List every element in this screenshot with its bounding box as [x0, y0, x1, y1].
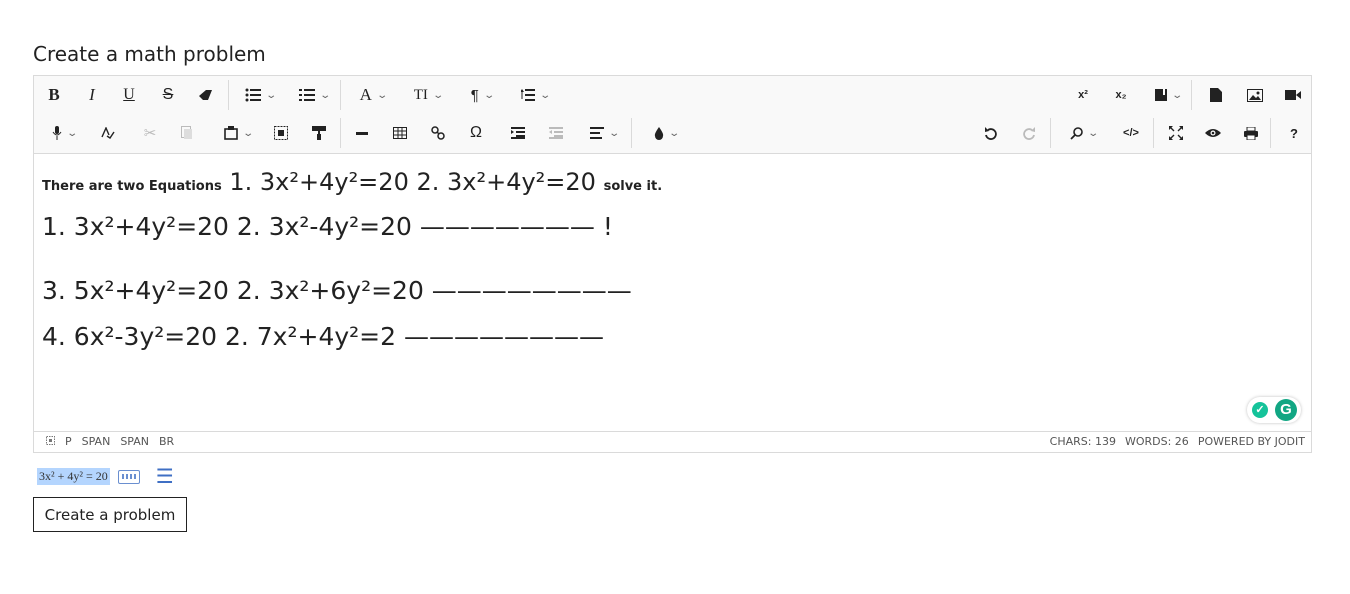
- chevron-down-icon: ⌄: [265, 89, 277, 101]
- copy-icon[interactable]: [179, 120, 195, 146]
- grammarly-logo-icon[interactable]: G: [1275, 399, 1297, 421]
- menu-icon[interactable]: ☰: [156, 464, 174, 489]
- powered-by-link[interactable]: POWERED BY JODIT: [1198, 435, 1305, 448]
- word-count: WORDS: 26: [1124, 435, 1189, 448]
- math-formula-row: 3x² + 4y² = 20 ☰: [37, 464, 174, 489]
- chevron-down-icon: ⌄: [1171, 89, 1183, 101]
- toolbar-separator: [1050, 118, 1051, 148]
- table-icon[interactable]: [391, 120, 409, 146]
- chevron-down-icon: ⌄: [376, 89, 389, 101]
- content-line-1: There are two Equations 1. 3x²+4y²=20 2.…: [42, 168, 662, 196]
- superscript-button[interactable]: x²: [1074, 82, 1092, 108]
- toolbar-separator: [631, 118, 632, 148]
- font-button[interactable]: A ⌄: [353, 82, 393, 108]
- path-item[interactable]: SPAN: [82, 435, 111, 448]
- paragraph-button[interactable]: ¶ ⌄: [464, 82, 500, 108]
- chevron-down-icon: ⌄: [242, 127, 254, 139]
- indent-icon[interactable]: [510, 120, 526, 146]
- chevron-down-icon: ⌄: [432, 89, 444, 101]
- align-button[interactable]: ⌄: [584, 120, 624, 146]
- italic-button[interactable]: I: [84, 82, 100, 108]
- eraser-icon[interactable]: [197, 82, 215, 108]
- help-button[interactable]: ?: [1286, 120, 1302, 146]
- fullscreen-icon[interactable]: [1167, 120, 1185, 146]
- text-color-button[interactable]: ⌄: [646, 120, 686, 146]
- editor-toolbar: B I U S ⌄ ⌄ A ⌄ TI ⌄ ¶ ⌄ ⌄ x² x₂ ⌄ ⌄ ✂ ⌄…: [34, 76, 1311, 154]
- toolbar-separator: [340, 118, 341, 148]
- font-label: A: [359, 85, 372, 104]
- toolbar-row-2: ⌄ ✂ ⌄ Ω ⌄ ⌄ ⌄ </> ?: [34, 114, 1311, 152]
- line-height-button[interactable]: ⌄: [515, 82, 555, 108]
- chevron-down-icon: ⌄: [539, 89, 551, 101]
- bold-button[interactable]: B: [46, 82, 62, 108]
- editor-content[interactable]: There are two Equations 1. 3x²+4y²=20 2.…: [34, 154, 1311, 433]
- special-character-button[interactable]: Ω: [467, 120, 485, 146]
- image-icon[interactable]: [1246, 82, 1264, 108]
- horizontal-rule-icon[interactable]: [354, 120, 370, 146]
- suggestion-bulb-icon[interactable]: ✓: [1252, 402, 1268, 418]
- font-size-button[interactable]: TI ⌄: [407, 82, 449, 108]
- search-button[interactable]: ⌄: [1064, 120, 1104, 146]
- toolbar-row-1: B I U S ⌄ ⌄ A ⌄ TI ⌄ ¶ ⌄ ⌄ x² x₂ ⌄: [34, 76, 1311, 114]
- content-line-4: 4. 6x²-3y²=20 2. 7x²+4y²=2 ————————: [42, 322, 604, 351]
- spellcheck-icon[interactable]: [100, 120, 116, 146]
- subscript-button[interactable]: x₂: [1112, 82, 1130, 108]
- copy-format-icon[interactable]: [310, 120, 328, 146]
- microphone-button[interactable]: ⌄: [46, 120, 82, 146]
- paragraph-label: ¶: [470, 86, 479, 104]
- page-title: Create a math problem: [33, 42, 266, 66]
- select-all-small-icon[interactable]: [46, 435, 55, 448]
- toolbar-separator: [340, 80, 341, 110]
- grammarly-widget[interactable]: ✓ G: [1247, 397, 1301, 423]
- char-count: CHARS: 139: [1049, 435, 1116, 448]
- file-button[interactable]: ⌄: [1149, 82, 1187, 108]
- path-item[interactable]: BR: [159, 435, 174, 448]
- path-item[interactable]: P: [65, 435, 72, 448]
- ordered-list-button[interactable]: ⌄: [294, 82, 334, 108]
- source-button[interactable]: </>: [1120, 120, 1142, 146]
- path-item[interactable]: SPAN: [120, 435, 149, 448]
- select-all-icon[interactable]: [272, 120, 290, 146]
- file-icon[interactable]: [1209, 82, 1223, 108]
- create-problem-button[interactable]: Create a problem: [33, 497, 187, 532]
- chevron-down-icon: ⌄: [319, 89, 331, 101]
- paste-button[interactable]: ⌄: [218, 120, 258, 146]
- link-icon[interactable]: [429, 120, 447, 146]
- toolbar-separator: [1270, 118, 1271, 148]
- toolbar-separator: [1153, 118, 1154, 148]
- chevron-down-icon: ⌄: [608, 127, 620, 139]
- redo-icon[interactable]: [1020, 120, 1038, 146]
- chevron-down-icon: ⌄: [668, 127, 680, 139]
- content-line-2: 1. 3x²+4y²=20 2. 3x²-4y²=20 ——————— !: [42, 212, 613, 241]
- preview-icon[interactable]: [1204, 120, 1222, 146]
- font-size-label: TI: [413, 86, 428, 103]
- print-icon[interactable]: [1242, 120, 1260, 146]
- outdent-icon[interactable]: [548, 120, 564, 146]
- underline-button[interactable]: U: [121, 82, 137, 108]
- math-formula[interactable]: 3x² + 4y² = 20: [37, 468, 110, 485]
- chevron-down-icon: ⌄: [66, 127, 78, 139]
- equation-text: 1. 3x²+4y²=20 2. 3x²+4y²=20: [229, 168, 596, 196]
- chevron-down-icon: ⌄: [1087, 127, 1100, 139]
- content-line-3: 3. 5x²+4y²=20 2. 3x²+6y²=20 ————————: [42, 276, 632, 305]
- rich-text-editor[interactable]: B I U S ⌄ ⌄ A ⌄ TI ⌄ ¶ ⌄ ⌄ x² x₂ ⌄ ⌄ ✂ ⌄…: [33, 75, 1312, 453]
- unordered-list-button[interactable]: ⌄: [240, 82, 280, 108]
- cut-icon[interactable]: ✂: [142, 120, 158, 146]
- keyboard-icon[interactable]: [117, 469, 140, 484]
- editor-statusbar: P SPAN SPAN BR CHARS: 139 WORDS: 26 POWE…: [34, 431, 1311, 452]
- video-icon[interactable]: [1284, 82, 1302, 108]
- toolbar-separator: [228, 80, 229, 110]
- editor-stats: CHARS: 139 WORDS: 26 POWERED BY JODIT: [1050, 435, 1305, 448]
- solve-text: solve it.: [603, 179, 663, 194]
- chevron-down-icon: ⌄: [483, 89, 495, 101]
- strikethrough-button[interactable]: S: [160, 82, 176, 108]
- intro-text: There are two Equations: [42, 179, 222, 194]
- element-path: P SPAN SPAN BR: [46, 435, 174, 448]
- toolbar-separator: [1191, 80, 1192, 110]
- undo-icon[interactable]: [982, 120, 1000, 146]
